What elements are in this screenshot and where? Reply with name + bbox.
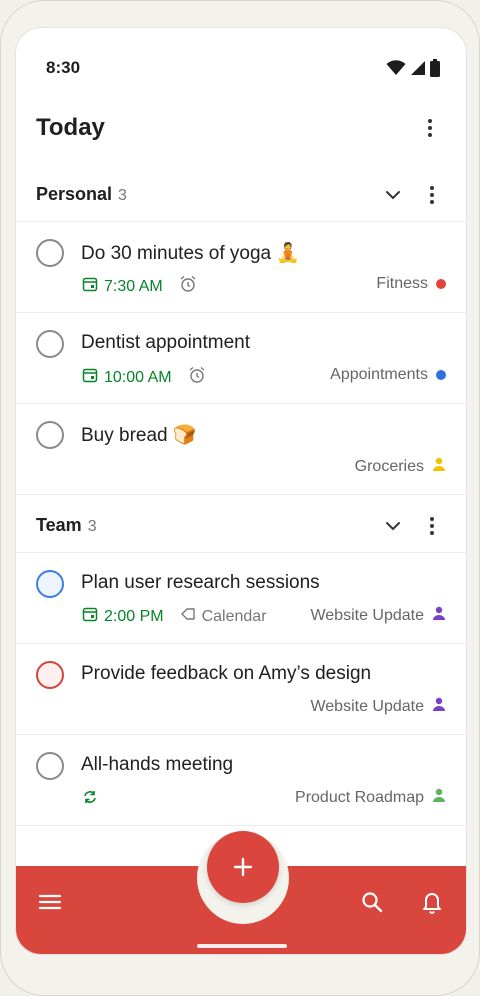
add-icon bbox=[233, 857, 253, 877]
project-name: Appointments bbox=[330, 366, 428, 383]
task-checkbox[interactable] bbox=[36, 330, 64, 358]
project-name: Fitness bbox=[376, 275, 428, 292]
calendar-icon bbox=[82, 367, 98, 388]
task-checkbox[interactable] bbox=[36, 752, 64, 780]
task-title: Do 30 minutes of yoga 🧘 bbox=[81, 241, 300, 265]
task-title: Provide feedback on Amy’s design bbox=[81, 663, 372, 684]
section-header-team[interactable]: Team 3 bbox=[16, 495, 466, 553]
menu-icon[interactable] bbox=[36, 888, 64, 916]
task-checkbox[interactable] bbox=[36, 661, 64, 689]
section-title-text: Team bbox=[36, 515, 82, 535]
task-due: 7:30 AM bbox=[82, 275, 197, 298]
task-checkbox[interactable] bbox=[36, 570, 64, 598]
calendar-icon bbox=[82, 606, 98, 627]
page-title: Today bbox=[36, 114, 105, 141]
task-item[interactable]: Dentist appointment 10:00 AM Appointment… bbox=[16, 313, 466, 404]
task-checkbox[interactable] bbox=[36, 421, 64, 449]
yoga-emoji-icon: 🧘 bbox=[276, 243, 301, 264]
task-due: 2:00 PM Calendar bbox=[82, 606, 267, 627]
battery-icon bbox=[430, 59, 440, 82]
task-item[interactable]: All-hands meeting Product Roadmap bbox=[16, 735, 466, 826]
task-time: 7:30 AM bbox=[104, 277, 163, 295]
project-name: Groceries bbox=[354, 457, 424, 475]
section-title: Team 3 bbox=[36, 515, 97, 536]
section-title-text: Personal bbox=[36, 184, 113, 204]
section-more-icon[interactable] bbox=[420, 183, 444, 207]
task-title: Buy bread 🍞 bbox=[81, 423, 197, 447]
task-item[interactable]: Do 30 minutes of yoga 🧘 7:30 AM Fitness bbox=[16, 222, 466, 313]
status-icons bbox=[386, 59, 440, 82]
search-icon[interactable] bbox=[358, 888, 386, 916]
task-due: 10:00 AM bbox=[82, 366, 206, 389]
section-title: Personal 3 bbox=[36, 184, 127, 205]
alarm-icon bbox=[188, 366, 206, 389]
more-options-icon[interactable] bbox=[418, 116, 442, 140]
person-icon bbox=[432, 606, 446, 625]
task-item[interactable]: Buy bread 🍞 Groceries bbox=[16, 404, 466, 495]
project-color-dot bbox=[436, 279, 446, 289]
task-checkbox[interactable] bbox=[36, 239, 64, 267]
task-label: Calendar bbox=[201, 607, 267, 625]
signal-icon bbox=[410, 60, 426, 81]
alarm-icon bbox=[179, 275, 197, 298]
task-title-text: Buy bread bbox=[81, 425, 168, 446]
status-bar: 8:30 bbox=[16, 28, 466, 94]
task-project: Groceries bbox=[355, 457, 446, 476]
home-indicator[interactable] bbox=[197, 944, 287, 948]
project-name: Product Roadmap bbox=[295, 788, 424, 806]
section-count: 3 bbox=[87, 518, 97, 535]
add-task-button[interactable] bbox=[207, 831, 279, 903]
task-title: Dentist appointment bbox=[81, 332, 250, 353]
section-header-personal[interactable]: Personal 3 bbox=[16, 164, 466, 222]
calendar-icon bbox=[82, 276, 98, 297]
bread-emoji-icon: 🍞 bbox=[172, 425, 197, 446]
app-screen: 8:30 Today Personal 3 Do 30 minutes of y… bbox=[15, 27, 467, 955]
task-project: Website Update bbox=[310, 606, 446, 625]
task-item[interactable]: Plan user research sessions 2:00 PM Cale… bbox=[16, 553, 466, 644]
project-color-dot bbox=[436, 370, 446, 380]
chevron-down-icon[interactable] bbox=[382, 515, 404, 537]
recurring-icon bbox=[82, 789, 98, 810]
task-due bbox=[82, 789, 98, 810]
project-name: Website Update bbox=[310, 606, 424, 624]
phone-frame: 8:30 Today Personal 3 Do 30 minutes of y… bbox=[0, 0, 480, 996]
task-title: Plan user research sessions bbox=[81, 572, 320, 593]
task-project: Appointments bbox=[330, 366, 446, 384]
project-name: Website Update bbox=[310, 697, 424, 715]
section-more-icon[interactable] bbox=[420, 514, 444, 538]
status-time: 8:30 bbox=[46, 58, 81, 77]
label-tag-icon bbox=[180, 606, 196, 627]
task-item[interactable]: Provide feedback on Amy’s design Website… bbox=[16, 644, 466, 735]
task-project: Website Update bbox=[310, 697, 446, 716]
task-time: 10:00 AM bbox=[104, 368, 172, 386]
person-icon bbox=[432, 697, 446, 716]
task-title-text: Do 30 minutes of yoga bbox=[81, 243, 272, 264]
task-title: All-hands meeting bbox=[81, 754, 234, 775]
task-project: Product Roadmap bbox=[295, 788, 446, 807]
bell-icon[interactable] bbox=[418, 888, 446, 916]
person-icon bbox=[432, 457, 446, 476]
task-time: 2:00 PM bbox=[104, 607, 164, 625]
chevron-down-icon[interactable] bbox=[382, 184, 404, 206]
wifi-icon bbox=[386, 60, 406, 81]
section-count: 3 bbox=[118, 187, 127, 204]
person-icon bbox=[432, 788, 446, 807]
task-project: Fitness bbox=[376, 275, 446, 293]
